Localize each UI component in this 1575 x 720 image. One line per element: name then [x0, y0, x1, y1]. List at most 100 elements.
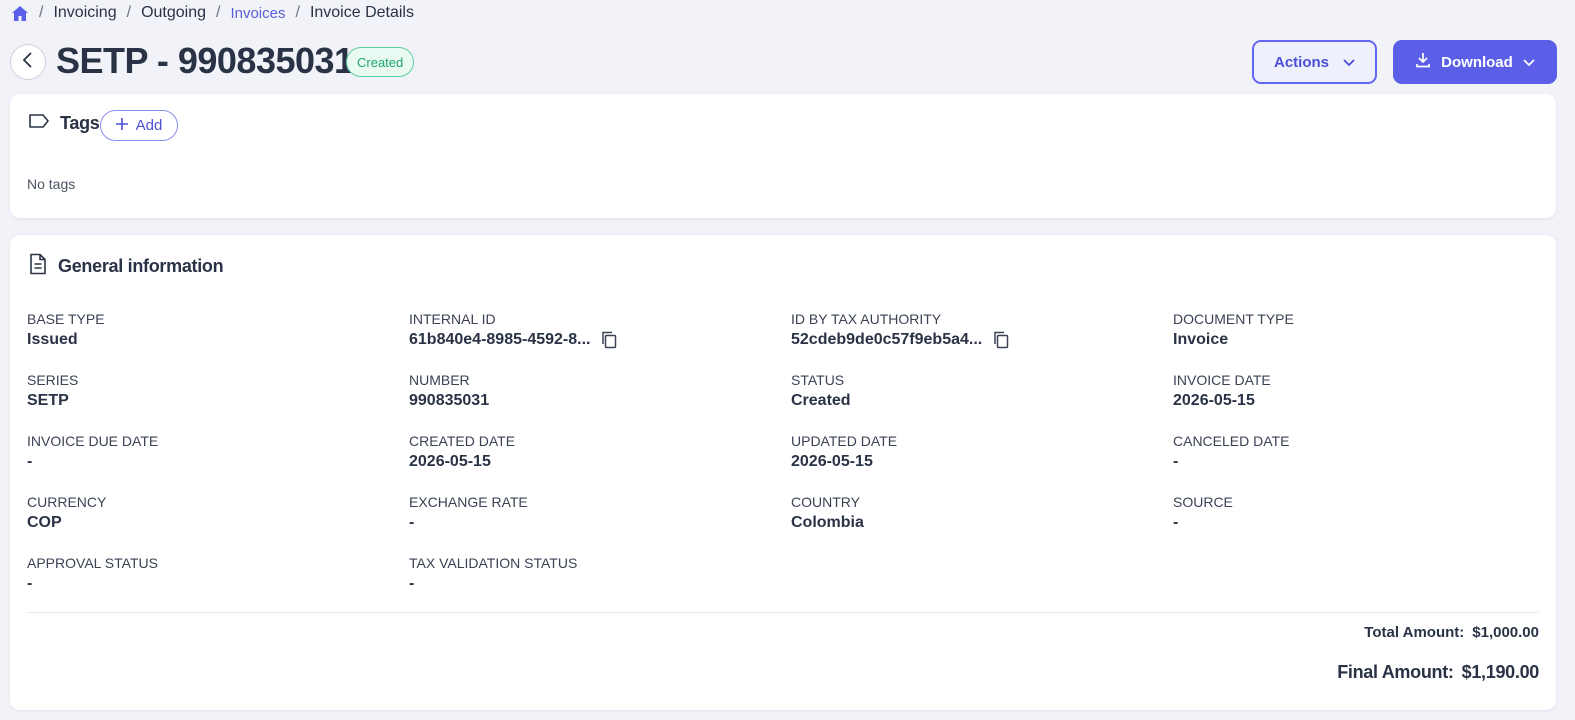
back-button[interactable] — [10, 44, 46, 80]
field-label: INVOICE DATE — [1173, 372, 1271, 388]
field-value: COP — [27, 514, 106, 532]
field-value: Invoice — [1173, 331, 1294, 349]
general-header: General information — [28, 253, 224, 280]
download-icon — [1415, 52, 1431, 72]
total-amount-label: Total Amount: — [1364, 624, 1465, 641]
field-value: 2026-05-15 — [409, 453, 515, 471]
tag-icon — [28, 112, 50, 135]
total-amount-row: Total Amount: $1,000.00 — [1364, 624, 1539, 641]
field-series: SERIES SETP — [27, 372, 78, 410]
field-value-text: - — [409, 575, 415, 592]
field-label: STATUS — [791, 372, 845, 388]
field-value: Created — [791, 392, 851, 410]
download-button[interactable]: Download — [1393, 40, 1557, 84]
field-value: - — [27, 575, 158, 593]
field-value: 2026-05-15 — [1173, 392, 1271, 410]
field-canceled-date: CANCELED DATE - — [1173, 433, 1289, 471]
general-title: General information — [58, 256, 224, 276]
final-amount-row: Final Amount: $1,190.00 — [1337, 662, 1539, 683]
final-amount-value: $1,190.00 — [1461, 662, 1540, 682]
field-label: APPROVAL STATUS — [27, 555, 158, 571]
no-tags-text: No tags — [27, 176, 76, 192]
field-label: INVOICE DUE DATE — [27, 433, 159, 449]
field-value: 2026-05-15 — [791, 453, 897, 471]
field-label: CURRENCY — [27, 494, 107, 510]
field-value-text: 61b840e4-8985-4592-8... — [409, 331, 591, 348]
actions-button[interactable]: Actions — [1252, 40, 1377, 84]
field-value-text: Created — [791, 392, 851, 409]
breadcrumb-separator: / — [39, 4, 44, 21]
copy-icon[interactable] — [992, 331, 1010, 349]
field-label: INTERNAL ID — [409, 311, 496, 327]
tags-title: Tags — [60, 113, 100, 133]
field-currency: CURRENCY COP — [27, 494, 106, 532]
field-value-text: - — [1173, 514, 1179, 531]
tags-card: Tags Add No tags — [10, 94, 1556, 218]
field-tax-validation-status: TAX VALIDATION STATUS - — [409, 555, 577, 593]
field-value-text: Invoice — [1173, 331, 1229, 348]
breadcrumb-invoices[interactable]: Invoices — [230, 5, 285, 22]
copy-icon[interactable] — [600, 331, 618, 349]
breadcrumb-invoicing[interactable]: Invoicing — [53, 4, 116, 22]
tags-header: Tags — [28, 112, 100, 135]
field-value-text: Issued — [27, 331, 78, 348]
field-value: 52cdeb9de0c57f9eb5a4... — [791, 331, 1010, 349]
field-id-by-tax-authority: ID BY TAX AUTHORITY 52cdeb9de0c57f9eb5a4… — [791, 311, 1010, 349]
field-value: - — [27, 453, 158, 471]
document-icon — [28, 253, 48, 280]
field-number: NUMBER 990835031 — [409, 372, 489, 410]
final-amount-label: Final Amount: — [1337, 662, 1454, 682]
field-value: - — [1173, 453, 1289, 471]
field-label: TAX VALIDATION STATUS — [409, 555, 578, 571]
field-country: COUNTRY Colombia — [791, 494, 864, 532]
field-value: - — [1173, 514, 1233, 532]
breadcrumb-separator: / — [126, 4, 132, 21]
field-value: Issued — [27, 331, 105, 349]
field-status: STATUS Created — [791, 372, 851, 410]
actions-label: Actions — [1273, 53, 1329, 71]
field-approval-status: APPROVAL STATUS - — [27, 555, 158, 593]
total-amount-value: $1,000.00 — [1472, 624, 1539, 641]
field-updated-date: UPDATED DATE 2026-05-15 — [791, 433, 897, 471]
field-internal-id: INTERNAL ID 61b840e4-8985-4592-8... — [409, 311, 618, 349]
field-label: BASE TYPE — [27, 311, 105, 327]
field-base-type: BASE TYPE Issued — [27, 311, 105, 349]
field-value-text: 2026-05-15 — [409, 453, 491, 470]
field-label: CREATED DATE — [409, 433, 516, 449]
breadcrumb-separator: / — [295, 4, 300, 21]
chevron-down-icon — [1343, 54, 1355, 71]
field-value-text: 990835031 — [409, 392, 490, 409]
field-label: ID BY TAX AUTHORITY — [791, 311, 942, 327]
field-value: Colombia — [791, 514, 864, 532]
breadcrumb: / Invoicing / Outgoing / Invoices / Invo… — [11, 2, 414, 24]
field-value-text: - — [1173, 453, 1179, 470]
field-value-text: 2026-05-15 — [1173, 392, 1255, 409]
field-value-text: SETP — [27, 392, 69, 409]
field-label: DOCUMENT TYPE — [1173, 311, 1294, 327]
general-information-card: General information BASE TYPE Issued INT… — [10, 235, 1556, 710]
status-badge: Created — [346, 47, 415, 77]
field-label: CANCELED DATE — [1173, 433, 1290, 449]
field-exchange-rate: EXCHANGE RATE - — [409, 494, 528, 532]
home-icon[interactable] — [11, 4, 29, 22]
field-label: EXCHANGE RATE — [409, 494, 528, 510]
field-label: COUNTRY — [791, 494, 860, 510]
add-tag-button[interactable]: Add — [100, 110, 178, 141]
field-label: SERIES — [27, 372, 79, 388]
field-value-text: COP — [27, 514, 62, 531]
field-value-text: Colombia — [791, 514, 864, 531]
page-title: SETP - 990835031 — [56, 40, 354, 81]
field-label: UPDATED DATE — [791, 433, 898, 449]
download-label: Download — [1441, 53, 1513, 71]
field-source: SOURCE - — [1173, 494, 1233, 532]
chevron-left-icon — [21, 51, 35, 73]
plus-icon — [115, 117, 128, 134]
field-label: SOURCE — [1173, 494, 1233, 510]
field-value: 990835031 — [409, 392, 489, 410]
field-value: - — [409, 514, 528, 532]
breadcrumb-outgoing[interactable]: Outgoing — [141, 4, 206, 22]
field-document-type: DOCUMENT TYPE Invoice — [1173, 311, 1294, 349]
field-value-text: 2026-05-15 — [791, 453, 873, 470]
field-invoice-date: INVOICE DATE 2026-05-15 — [1173, 372, 1271, 410]
chevron-down-icon — [1523, 54, 1535, 71]
